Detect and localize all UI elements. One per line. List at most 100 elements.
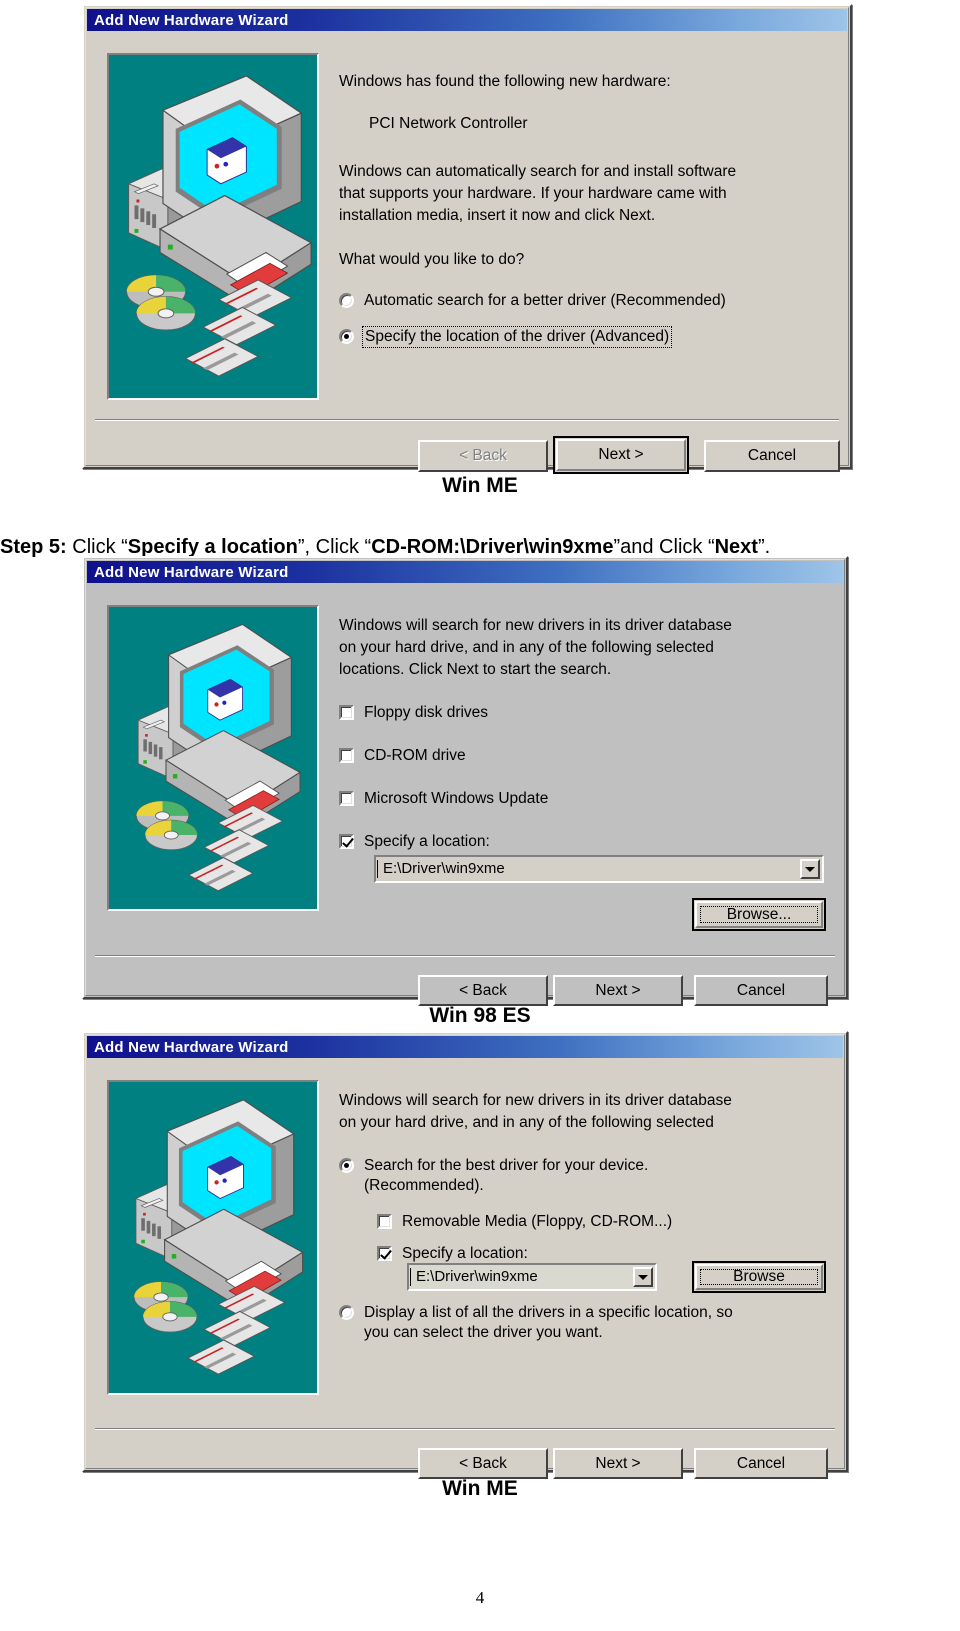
checkbox-checked-icon[interactable] bbox=[339, 834, 354, 849]
checkbox-cd-rom-drive[interactable]: CD-ROM drive bbox=[339, 746, 831, 766]
browse-button-2[interactable]: Browse... bbox=[692, 898, 826, 931]
radio-specify-location[interactable]: Specify the location of the driver (Adva… bbox=[339, 326, 831, 348]
titlebar-1[interactable]: Add New Hardware Wizard bbox=[87, 9, 847, 31]
dialog-add-new-hardware-wizard-1: Add New Hardware Wizard Windows has foun… bbox=[82, 4, 852, 474]
dialog-body-2: Windows will search for new drivers in i… bbox=[87, 583, 843, 1006]
wizard-question: What would you like to do? bbox=[339, 251, 525, 268]
button-separator-3 bbox=[95, 1428, 835, 1430]
titlebar-3[interactable]: Add New Hardware Wizard bbox=[87, 1036, 843, 1058]
window-title: Add New Hardware Wizard bbox=[94, 11, 289, 29]
browse-button-3[interactable]: Browse bbox=[692, 1261, 826, 1293]
dialog-add-new-hardware-wizard-2: Add New Hardware Wizard Windows will sea… bbox=[82, 556, 848, 1006]
checkbox-icon[interactable] bbox=[339, 705, 354, 720]
location-combobox-value-3: E:\Driver\win9xme bbox=[410, 1268, 631, 1286]
cancel-button-label-2: Cancel bbox=[736, 981, 786, 999]
step-5-text-1: Click “ bbox=[66, 536, 128, 558]
next-button-label-3: Next > bbox=[595, 1454, 641, 1472]
wizard-description-3: Windows will search for new drivers in i… bbox=[339, 1092, 732, 1131]
wizard-illustration-panel-3 bbox=[107, 1080, 319, 1395]
step-5-bold-1: Specify a location bbox=[127, 536, 298, 558]
checkbox-removable-media-label: Removable Media (Floppy, CD-ROM...) bbox=[402, 1213, 673, 1230]
location-combobox-2[interactable]: E:\Driver\win9xme bbox=[374, 855, 824, 883]
back-button-2[interactable]: < Back bbox=[418, 975, 548, 1006]
dialog-content-2: Windows will search for new drivers in i… bbox=[339, 615, 831, 852]
checkbox-icon[interactable] bbox=[339, 748, 354, 763]
back-button-label-3: < Back bbox=[459, 1454, 507, 1472]
radio-button-icon[interactable] bbox=[339, 293, 354, 308]
checkbox-floppy-disk-drives[interactable]: Floppy disk drives bbox=[339, 703, 831, 723]
found-hardware-heading: Windows has found the following new hard… bbox=[339, 73, 671, 90]
dialog-add-new-hardware-wizard-3: Add New Hardware Wizard Windows will sea… bbox=[82, 1031, 848, 1479]
radio-button-selected-icon[interactable] bbox=[339, 1158, 354, 1173]
checkbox-removable-media[interactable]: Removable Media (Floppy, CD-ROM...) bbox=[339, 1212, 835, 1232]
checkbox-checked-icon[interactable] bbox=[377, 1246, 392, 1261]
radio-display-driver-list[interactable]: Display a list of all the drivers in a s… bbox=[339, 1303, 835, 1343]
checkbox-floppy-disk-drives-label: Floppy disk drives bbox=[364, 704, 489, 721]
radio-button-icon[interactable] bbox=[339, 1305, 354, 1320]
chevron-down-icon[interactable] bbox=[800, 859, 820, 879]
window-title: Add New Hardware Wizard bbox=[94, 1038, 289, 1056]
radio-search-best-driver-label: Search for the best driver for your devi… bbox=[364, 1157, 649, 1194]
step-5-bold-2: CD-ROM:\Driver\win9xme bbox=[371, 536, 614, 558]
dialog-content-3: Windows will search for new drivers in i… bbox=[339, 1090, 835, 1264]
next-button-label-2: Next > bbox=[595, 981, 641, 999]
radio-button-selected-icon[interactable] bbox=[339, 329, 354, 344]
checkbox-icon[interactable] bbox=[339, 791, 354, 806]
step-5-bold-3: Next bbox=[714, 536, 758, 558]
back-button-label-2: < Back bbox=[459, 981, 507, 999]
back-button-label-1: < Back bbox=[459, 447, 507, 464]
computer-cds-cards-icon bbox=[133, 1099, 304, 1375]
caption-win-me-2: Win ME bbox=[442, 1477, 518, 1500]
step-5-text-4: ”. bbox=[757, 536, 771, 558]
location-combobox-3[interactable]: E:\Driver\win9xme bbox=[407, 1263, 657, 1291]
button-separator-1 bbox=[95, 419, 839, 421]
dialog-body-3: Windows will search for new drivers in i… bbox=[87, 1058, 843, 1479]
step-5-text-3: ”and Click “ bbox=[613, 536, 715, 558]
radio-automatic-search-label: Automatic search for a better driver (Re… bbox=[364, 292, 726, 309]
computer-cds-cards-icon bbox=[126, 75, 313, 377]
checkbox-microsoft-windows-update[interactable]: Microsoft Windows Update bbox=[339, 789, 831, 809]
chevron-down-icon[interactable] bbox=[633, 1267, 653, 1287]
step-5-prefix: Step 5: bbox=[0, 536, 67, 558]
cancel-button-label-1: Cancel bbox=[747, 447, 797, 464]
radio-specify-location-label: Specify the location of the driver (Adva… bbox=[362, 326, 673, 348]
found-device-name: PCI Network Controller bbox=[369, 115, 528, 132]
cancel-button-label-3: Cancel bbox=[736, 1454, 786, 1472]
back-button-1[interactable]: < Back bbox=[418, 440, 548, 472]
wizard-description-2: Windows will search for new drivers in i… bbox=[339, 617, 732, 678]
checkbox-icon[interactable] bbox=[377, 1214, 392, 1229]
checkbox-specify-a-location-label: Specify a location: bbox=[364, 833, 490, 850]
radio-automatic-search[interactable]: Automatic search for a better driver (Re… bbox=[339, 291, 831, 311]
cancel-button-3[interactable]: Cancel bbox=[694, 1448, 828, 1479]
wizard-illustration-panel-2 bbox=[107, 605, 319, 911]
dialog-body-1: Windows has found the following new hard… bbox=[87, 31, 847, 474]
caption-win-98-es: Win 98 ES bbox=[429, 1004, 531, 1027]
page-number: 4 bbox=[475, 1588, 485, 1607]
titlebar-2[interactable]: Add New Hardware Wizard bbox=[87, 561, 843, 583]
radio-display-driver-list-label: Display a list of all the drivers in a s… bbox=[364, 1304, 733, 1341]
dialog-content-3b: Display a list of all the drivers in a s… bbox=[339, 1303, 835, 1343]
next-button-2[interactable]: Next > bbox=[553, 975, 683, 1006]
next-button-3[interactable]: Next > bbox=[553, 1448, 683, 1479]
radio-search-best-driver[interactable]: Search for the best driver for your devi… bbox=[339, 1156, 835, 1196]
checkbox-specify-a-location[interactable]: Specify a location: bbox=[339, 832, 831, 852]
browse-button-label-3: Browse bbox=[733, 1268, 785, 1285]
step-5-text-2: ”, Click “ bbox=[297, 536, 372, 558]
back-button-3[interactable]: < Back bbox=[418, 1448, 548, 1479]
cancel-button-1[interactable]: Cancel bbox=[704, 440, 840, 472]
checkbox-specify-a-location-label-3: Specify a location: bbox=[402, 1245, 528, 1262]
browse-button-label-2: Browse... bbox=[726, 905, 792, 923]
cancel-button-2[interactable]: Cancel bbox=[694, 975, 828, 1006]
window-title: Add New Hardware Wizard bbox=[94, 563, 289, 581]
wizard-illustration-panel-1 bbox=[107, 53, 319, 400]
wizard-description-1: Windows can automatically search for and… bbox=[339, 163, 737, 224]
checkbox-cd-rom-drive-label: CD-ROM drive bbox=[364, 747, 466, 764]
location-combobox-value-2: E:\Driver\win9xme bbox=[377, 860, 798, 878]
dialog-content-1: Windows has found the following new hard… bbox=[339, 71, 831, 348]
button-separator-2 bbox=[95, 955, 835, 957]
computer-cds-cards-icon bbox=[135, 623, 302, 892]
caption-win-me-1: Win ME bbox=[442, 474, 518, 497]
next-button-1[interactable]: Next > bbox=[553, 436, 689, 474]
next-button-label-1: Next > bbox=[598, 446, 644, 463]
document-page: Add New Hardware Wizard Windows has foun… bbox=[0, 0, 960, 1631]
